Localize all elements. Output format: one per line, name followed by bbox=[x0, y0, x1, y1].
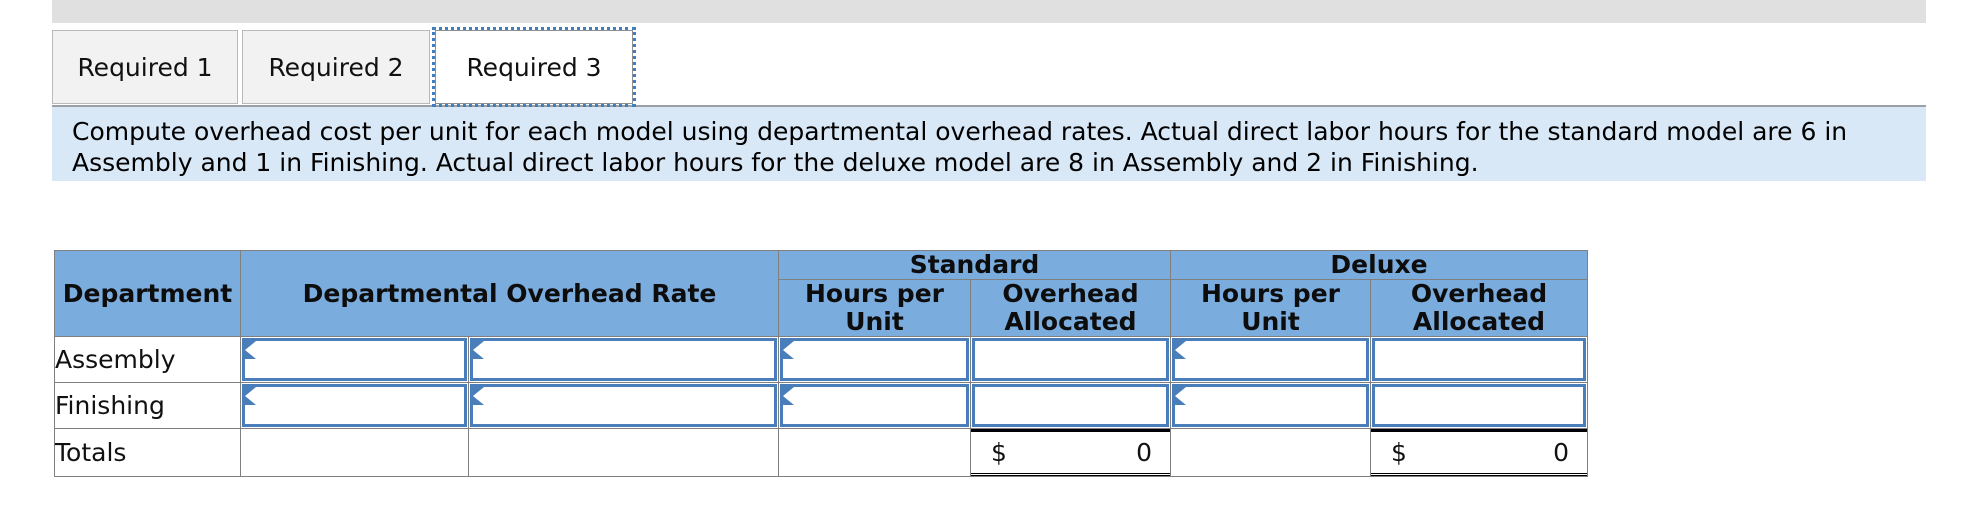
table-row-assembly: Assembly bbox=[54, 336, 1588, 383]
table-row-totals: Totals $ 0 $ 0 bbox=[54, 428, 1588, 477]
header-department: Department bbox=[54, 250, 241, 337]
totals-deluxe-currency: $ bbox=[1391, 438, 1407, 467]
worksheet-page: Required 1 Required 2 Required 3 Compute… bbox=[0, 0, 1984, 524]
input-assembly-rate-a[interactable] bbox=[240, 336, 469, 383]
input-finishing-standard-hours[interactable] bbox=[778, 382, 971, 429]
input-finishing-deluxe-overhead[interactable] bbox=[1370, 382, 1588, 429]
instruction-text: Compute overhead cost per unit for each … bbox=[72, 117, 1848, 177]
input-finishing-rate-b[interactable] bbox=[468, 382, 779, 429]
dropdown-flag-icon bbox=[245, 387, 256, 405]
dropdown-flag-icon bbox=[1175, 341, 1186, 359]
header-standard-overhead-line1: Overhead bbox=[1002, 279, 1139, 308]
totals-standard-currency: $ bbox=[991, 438, 1007, 467]
tab-required-3[interactable]: Required 3 bbox=[432, 27, 636, 107]
input-finishing-rate-a[interactable] bbox=[240, 382, 469, 429]
overhead-allocation-table: Department Departmental Overhead Rate St… bbox=[54, 250, 1588, 477]
instruction-panel: Compute overhead cost per unit for each … bbox=[52, 107, 1926, 181]
row-label-finishing: Finishing bbox=[54, 382, 241, 429]
input-assembly-standard-overhead[interactable] bbox=[970, 336, 1171, 383]
header-deluxe-hours-per-unit: Hours per Unit bbox=[1170, 279, 1371, 337]
tab-required-2-label: Required 2 bbox=[268, 52, 404, 82]
totals-deluxe-overhead: $ 0 bbox=[1370, 428, 1588, 477]
tab-required-2[interactable]: Required 2 bbox=[242, 30, 430, 104]
tab-required-3-label: Required 3 bbox=[466, 52, 602, 82]
header-deluxe-overhead-allocated: Overhead Allocated bbox=[1370, 279, 1588, 337]
input-finishing-deluxe-hours[interactable] bbox=[1170, 382, 1371, 429]
tab-bar: Required 1 Required 2 Required 3 bbox=[52, 27, 1926, 107]
header-departmental-overhead-rate: Departmental Overhead Rate bbox=[240, 250, 779, 337]
input-assembly-deluxe-overhead[interactable] bbox=[1370, 336, 1588, 383]
totals-standard-value: 0 bbox=[1136, 438, 1152, 467]
table-row-finishing: Finishing bbox=[54, 382, 1588, 429]
totals-deluxe-value: 0 bbox=[1553, 438, 1569, 467]
row-label-totals: Totals bbox=[54, 428, 241, 477]
input-finishing-standard-overhead[interactable] bbox=[970, 382, 1171, 429]
dropdown-flag-icon bbox=[473, 341, 484, 359]
row-label-assembly: Assembly bbox=[54, 336, 241, 383]
tab-required-1-label: Required 1 bbox=[77, 52, 213, 82]
totals-standard-hours-empty bbox=[778, 428, 971, 477]
input-assembly-standard-hours[interactable] bbox=[778, 336, 971, 383]
dropdown-flag-icon bbox=[473, 387, 484, 405]
totals-standard-overhead: $ 0 bbox=[970, 428, 1171, 477]
input-assembly-rate-b[interactable] bbox=[468, 336, 779, 383]
header-standard: Standard bbox=[778, 250, 1171, 280]
tab-required-1[interactable]: Required 1 bbox=[52, 30, 238, 104]
header-standard-overhead-line2: Allocated bbox=[1004, 307, 1137, 336]
dropdown-flag-icon bbox=[1175, 387, 1186, 405]
input-assembly-deluxe-hours[interactable] bbox=[1170, 336, 1371, 383]
top-gray-strip bbox=[52, 0, 1926, 23]
header-standard-hours-per-unit: Hours per Unit bbox=[778, 279, 971, 337]
header-deluxe-overhead-line1: Overhead bbox=[1410, 279, 1548, 308]
totals-rate-a-empty bbox=[240, 428, 469, 477]
table-header-row-1: Department Departmental Overhead Rate St… bbox=[54, 250, 1588, 337]
header-deluxe: Deluxe bbox=[1170, 250, 1588, 280]
header-standard-overhead-allocated: Overhead Allocated bbox=[970, 279, 1171, 337]
dropdown-flag-icon bbox=[783, 341, 794, 359]
dropdown-flag-icon bbox=[245, 341, 256, 359]
totals-rate-b-empty bbox=[468, 428, 779, 477]
header-deluxe-overhead-line2: Allocated bbox=[1412, 307, 1546, 336]
dropdown-flag-icon bbox=[783, 387, 794, 405]
totals-deluxe-hours-empty bbox=[1170, 428, 1371, 477]
